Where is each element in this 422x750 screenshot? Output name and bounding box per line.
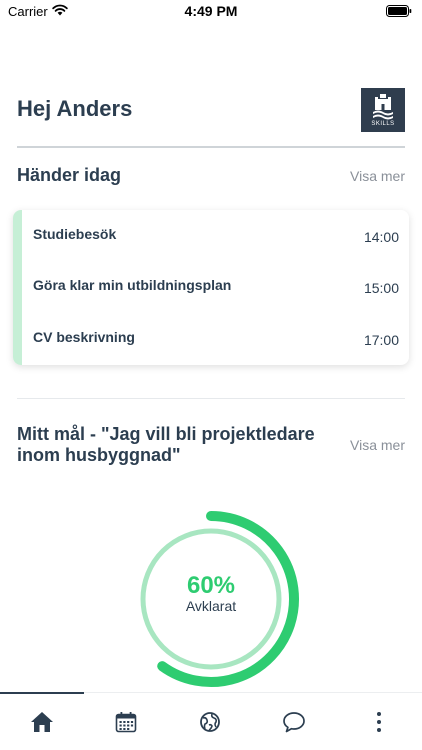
bottom-tab-bar: [0, 692, 422, 750]
today-show-more-link[interactable]: Visa mer: [350, 168, 405, 184]
goal-show-more-link[interactable]: Visa mer: [350, 437, 405, 453]
chat-icon: [283, 712, 305, 733]
calendar-icon: [115, 712, 137, 733]
tab-home[interactable]: [0, 693, 84, 750]
today-events-card: Studiebesök 14:00 Göra klar min utbildni…: [13, 210, 409, 365]
greeting-title: Hej Anders: [17, 96, 133, 121]
header-divider: [17, 146, 405, 148]
skills-logo: SKILLS: [361, 88, 405, 132]
today-section-title: Händer idag: [17, 165, 122, 185]
globe-icon: [200, 712, 220, 732]
tab-calendar[interactable]: [84, 693, 168, 750]
event-name: Studiebesök: [33, 226, 117, 242]
tab-more[interactable]: [336, 693, 422, 750]
status-time: 4:49 PM: [184, 3, 238, 19]
event-time: 14:00: [363, 229, 399, 245]
more-vertical-icon: [377, 712, 381, 732]
event-time: 17:00: [363, 332, 399, 348]
section-divider: [17, 398, 405, 399]
event-row[interactable]: CV beskrivning 17:00: [33, 329, 399, 349]
logo-text: SKILLS: [371, 121, 395, 127]
event-row[interactable]: Göra klar min utbildningsplan 15:00: [33, 277, 399, 297]
battery-icon: [386, 5, 412, 17]
castle-icon: [373, 94, 393, 120]
progress-percent: 60%: [186, 572, 236, 599]
tab-explore[interactable]: [168, 693, 252, 750]
goal-section-title: Mitt mål - "Jag vill bli projektledare i…: [17, 424, 315, 465]
home-icon: [31, 712, 53, 732]
event-name: Göra klar min utbildningsplan: [33, 277, 232, 293]
progress-label: Avklarat: [185, 598, 237, 614]
status-bar: Carrier 4:49 PM: [0, 0, 422, 24]
event-name: CV beskrivning: [33, 329, 135, 345]
card-accent-bar: [13, 210, 22, 365]
tab-chat[interactable]: [252, 693, 336, 750]
event-time: 15:00: [363, 280, 399, 296]
event-row[interactable]: Studiebesök 14:00: [33, 226, 399, 246]
